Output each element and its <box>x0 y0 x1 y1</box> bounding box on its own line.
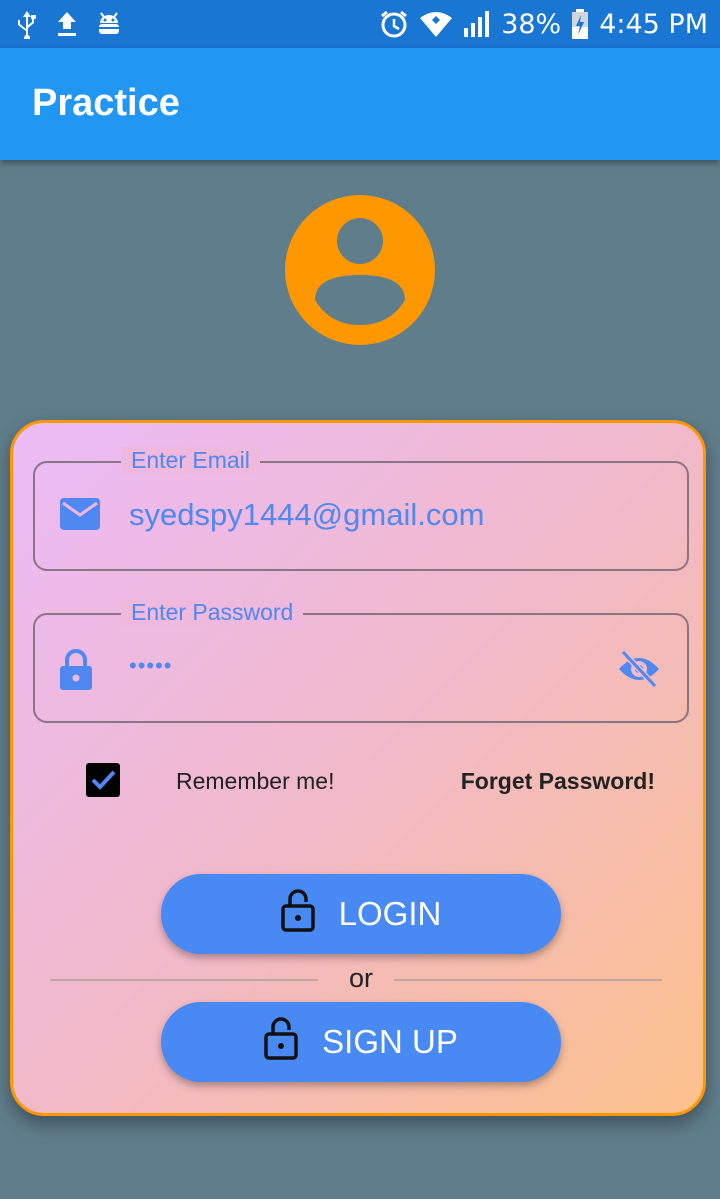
divider-line-left <box>50 979 318 981</box>
signup-button[interactable]: SIGN UP <box>161 1002 561 1082</box>
remember-me-label: Remember me! <box>176 768 335 794</box>
upload-icon <box>56 11 78 37</box>
login-button[interactable]: LOGIN <box>161 874 561 954</box>
battery-text: 38% <box>501 8 562 40</box>
forget-password-link[interactable]: Forget Password! <box>461 768 655 795</box>
page-title: Practice <box>32 82 180 124</box>
email-field-label: Enter Email <box>121 447 260 474</box>
signup-button-label: SIGN UP <box>322 1023 458 1060</box>
visibility-off-icon[interactable] <box>617 649 661 694</box>
account-circle-icon <box>285 195 435 345</box>
divider-text: or <box>348 963 373 993</box>
android-debug-icon <box>96 10 122 38</box>
password-input[interactable]: ••••• <box>129 653 173 679</box>
login-card: Enter Email syedspy1444@gmail.com Enter … <box>10 420 706 1116</box>
login-button-label: LOGIN <box>338 895 442 932</box>
app-bar: Practice <box>0 48 720 160</box>
status-bar: 38% 4:45 PM <box>0 0 720 48</box>
email-icon <box>59 497 101 536</box>
signal-icon <box>463 10 491 38</box>
wifi-icon <box>419 10 453 38</box>
lock-icon <box>59 649 93 696</box>
remember-me-checkbox[interactable] <box>86 763 120 797</box>
email-field[interactable]: Enter Email syedspy1444@gmail.com <box>33 447 689 571</box>
alarm-icon <box>379 9 409 39</box>
usb-icon <box>16 9 38 39</box>
divider-line-right <box>394 979 662 981</box>
clock-text: 4:45 PM <box>599 8 708 40</box>
battery-charging-icon <box>571 9 589 39</box>
email-input[interactable]: syedspy1444@gmail.com <box>129 497 484 533</box>
password-field-label: Enter Password <box>121 599 304 626</box>
lock-open-icon <box>280 888 315 940</box>
lock-open-icon <box>264 1016 298 1068</box>
password-field[interactable]: Enter Password ••••• <box>33 599 689 723</box>
